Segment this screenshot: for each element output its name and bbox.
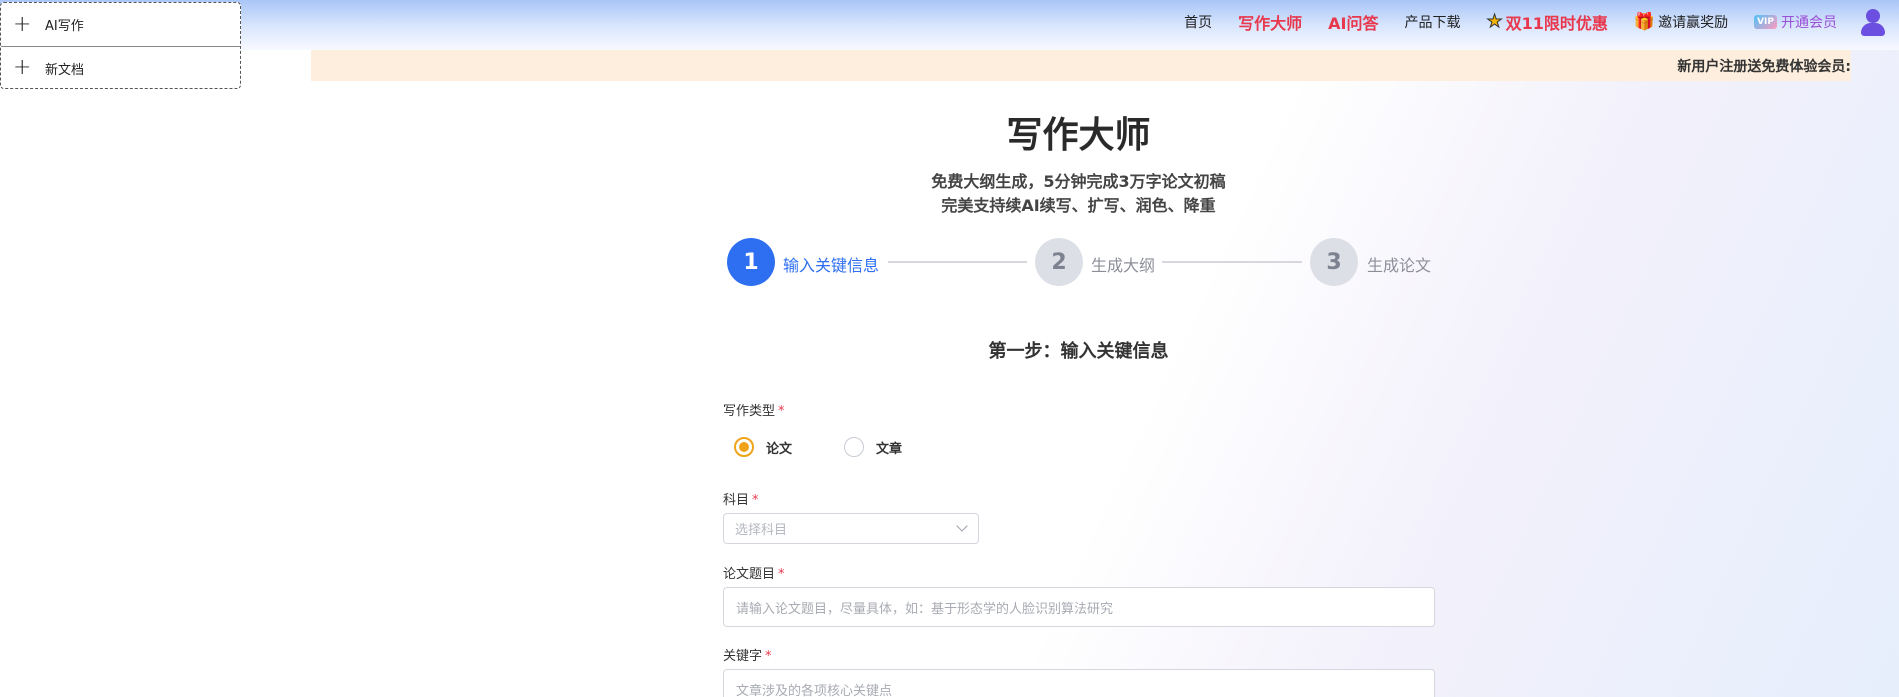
main-nav: 首页 写作大师 AI问答 产品下载 ★ 双11限时优惠 🎁 邀请赢奖励 VIP … xyxy=(1158,0,1887,44)
avatar-head xyxy=(1866,9,1880,23)
section-title: 第一步：输入关键信息 xyxy=(988,341,1169,362)
keywords-input[interactable]: 文章涉及的各项核心关键点 xyxy=(723,669,1435,697)
keywords-placeholder: 文章涉及的各项核心关键点 xyxy=(736,683,893,697)
plus-icon: + xyxy=(13,55,32,80)
new-menu-dropdown: + AI写作 + 新文档 xyxy=(0,2,241,89)
vip-icon: VIP xyxy=(1754,15,1777,29)
step-connector xyxy=(1162,261,1302,263)
required-mark: * xyxy=(752,493,759,508)
keywords-label-text: 关键字 xyxy=(723,649,763,664)
nav-invite[interactable]: 🎁 邀请赢奖励 xyxy=(1634,12,1728,32)
step-1-label: 输入关键信息 xyxy=(783,256,880,275)
required-mark: * xyxy=(778,567,785,582)
top-navbar: 首页 写作大师 AI问答 产品下载 ★ 双11限时优惠 🎁 邀请赢奖励 VIP … xyxy=(0,0,1899,50)
paper-title-input[interactable]: 请输入论文题目，尽量具体，如：基于形态学的人脸识别算法研究 xyxy=(723,587,1435,627)
nav-vip[interactable]: VIP 开通会员 xyxy=(1754,12,1837,32)
keywords-label: 关键字 * xyxy=(723,645,772,664)
menu-item-label: 新文档 xyxy=(45,62,85,78)
required-mark: * xyxy=(778,404,785,419)
nav-ai-qa[interactable]: AI问答 xyxy=(1328,10,1378,34)
step-2-circle: 2 xyxy=(1035,238,1083,286)
nav-promo-label: 双11限时优惠 xyxy=(1505,14,1608,33)
nav-invite-label: 邀请赢奖励 xyxy=(1658,15,1729,31)
paper-title-label: 论文题目 * xyxy=(723,563,785,582)
star-icon: ★ xyxy=(1486,11,1503,32)
page-title: 写作大师 xyxy=(1006,115,1151,156)
progress-steps: 1 输入关键信息 2 生成大纲 3 生成论文 xyxy=(727,238,1437,288)
gift-icon: 🎁 xyxy=(1633,11,1656,32)
radio-paper[interactable]: 论文 xyxy=(734,437,792,457)
step-2-label: 生成大纲 xyxy=(1091,256,1156,275)
menu-item-label: AI写作 xyxy=(45,19,84,34)
radio-article-indicator[interactable] xyxy=(844,437,865,457)
step-1-circle: 1 xyxy=(727,238,775,286)
step-3-circle: 3 xyxy=(1310,238,1358,286)
nav-vip-label: 开通会员 xyxy=(1781,15,1837,31)
required-mark: * xyxy=(765,649,772,664)
avatar[interactable] xyxy=(1859,8,1887,36)
plus-icon: + xyxy=(13,11,32,37)
radio-article[interactable]: 文章 xyxy=(844,437,902,457)
hero-subtitle-1: 免费大纲生成，5分钟完成3万字论文初稿 xyxy=(931,172,1226,191)
radio-paper-label: 论文 xyxy=(766,441,793,457)
step-3-label: 生成论文 xyxy=(1367,256,1432,275)
subject-select[interactable]: 选择科目 xyxy=(723,513,979,544)
menu-item-ai-writing[interactable]: + AI写作 xyxy=(1,3,240,46)
radio-paper-indicator[interactable] xyxy=(734,437,754,457)
nav-download[interactable]: 产品下载 xyxy=(1404,12,1460,32)
step-connector xyxy=(888,261,1027,263)
writing-type-label: 写作类型 * xyxy=(723,400,785,419)
subject-placeholder: 选择科目 xyxy=(735,523,788,538)
nav-writing-master[interactable]: 写作大师 xyxy=(1238,10,1302,34)
paper-title-placeholder: 请输入论文题目，尽量具体，如：基于形态学的人脸识别算法研究 xyxy=(736,601,1114,617)
menu-item-new-document[interactable]: + 新文档 xyxy=(1,46,240,89)
subject-label-text: 科目 xyxy=(723,493,750,508)
avatar-body xyxy=(1861,23,1885,36)
promo-notice-bar: 新用户注册送免费体验会员: xyxy=(311,50,1851,81)
writing-type-label-text: 写作类型 xyxy=(723,404,776,419)
hero-subtitle-2: 完美支持续AI续写、扩写、润色、降重 xyxy=(941,196,1216,215)
notice-text: 新用户注册送免费体验会员: xyxy=(1677,58,1851,75)
chevron-down-icon xyxy=(956,520,968,532)
nav-home[interactable]: 首页 xyxy=(1184,12,1212,32)
paper-title-label-text: 论文题目 xyxy=(723,567,776,582)
radio-article-label: 文章 xyxy=(876,441,903,457)
nav-promo[interactable]: ★ 双11限时优惠 xyxy=(1486,10,1608,34)
subject-label: 科目 * xyxy=(723,489,759,508)
writing-type-radio-group: 论文 文章 xyxy=(734,437,954,457)
